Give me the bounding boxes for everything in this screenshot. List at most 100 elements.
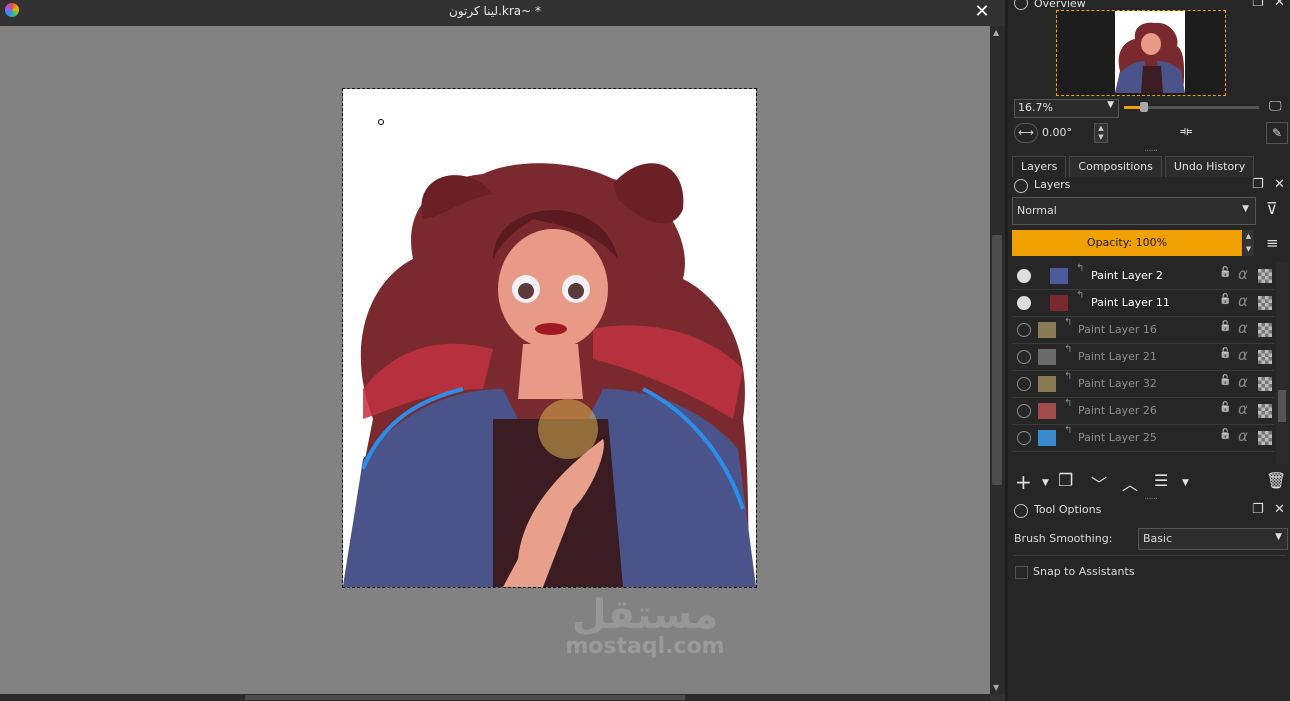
canvas-vertical-scroll-thumb[interactable] <box>992 235 1002 485</box>
layer-row[interactable]: ↰ Paint Layer 25 🔓 α <box>1012 425 1274 452</box>
tool-options-close-icon[interactable]: ✕ <box>1274 502 1285 517</box>
tab-undo-history[interactable]: Undo History <box>1164 156 1255 177</box>
layer-lock-icon[interactable]: 🔓 <box>1219 321 1231 332</box>
scroll-down-arrow-icon[interactable]: ▼ <box>993 683 999 692</box>
inherit-alpha-icon[interactable] <box>1258 377 1272 391</box>
zoom-combobox[interactable]: 16.7% ▼ <box>1014 99 1119 118</box>
tool-options-lock-icon[interactable] <box>1014 504 1028 518</box>
layers-float-icon[interactable]: ❐ <box>1252 177 1264 192</box>
inherit-alpha-icon[interactable] <box>1258 431 1272 445</box>
inherit-alpha-link-icon: ↰ <box>1064 425 1073 436</box>
alpha-lock-icon[interactable]: α <box>1238 319 1248 337</box>
right-pupil <box>568 283 584 299</box>
layer-row[interactable]: ↰ Paint Layer 26 🔓 α <box>1012 398 1274 425</box>
canvas-horizontal-scroll-thumb[interactable] <box>245 695 685 700</box>
inherit-alpha-icon[interactable] <box>1258 404 1272 418</box>
mirror-view-icon[interactable]: ⟚ <box>1180 124 1192 139</box>
inherit-alpha-icon[interactable] <box>1258 350 1272 364</box>
layer-properties-icon[interactable]: ☰ <box>1154 471 1168 490</box>
layer-thumbnail <box>1038 349 1056 365</box>
hamburger-menu-icon[interactable]: ≡ <box>1266 234 1279 252</box>
visibility-eye-icon[interactable] <box>1017 323 1031 337</box>
layer-name[interactable]: Paint Layer 11 <box>1091 296 1170 309</box>
inherit-alpha-icon[interactable] <box>1258 296 1272 310</box>
layer-name[interactable]: Paint Layer 26 <box>1078 404 1157 417</box>
opacity-spinner[interactable]: ▲ ▼ <box>1243 230 1254 256</box>
visibility-eye-icon[interactable] <box>1017 350 1031 364</box>
chevron-down-icon: ▼ <box>1107 100 1114 110</box>
layer-thumbnail <box>1038 322 1056 338</box>
overview-float-icon[interactable]: ❐ <box>1252 0 1264 10</box>
layer-lock-icon[interactable]: 🔓 <box>1219 429 1231 440</box>
rotate-icon[interactable]: ⟷ <box>1014 123 1038 143</box>
brush-smoothing-select[interactable]: Basic ▼ <box>1138 528 1288 550</box>
layers-lock-icon[interactable] <box>1014 179 1028 193</box>
layer-name[interactable]: Paint Layer 25 <box>1078 431 1157 444</box>
divider <box>1014 555 1286 556</box>
neck <box>518 344 583 399</box>
add-layer-dropdown-icon[interactable]: ▼ <box>1042 478 1049 488</box>
filter-icon[interactable]: ⊽ <box>1266 199 1278 218</box>
tab-layers[interactable]: Layers <box>1012 156 1067 177</box>
layers-scrollbar[interactable] <box>1276 262 1288 464</box>
alpha-lock-icon[interactable]: α <box>1238 346 1248 364</box>
layer-thumbnail <box>1038 403 1056 419</box>
inherit-alpha-link-icon: ↰ <box>1064 344 1073 355</box>
inherit-alpha-icon[interactable] <box>1258 269 1272 283</box>
duplicate-layer-icon[interactable]: ❐ <box>1058 471 1073 491</box>
layer-name[interactable]: Paint Layer 2 <box>1091 269 1163 282</box>
layer-lock-icon[interactable]: 🔓 <box>1219 294 1231 305</box>
layer-lock-icon[interactable]: 🔓 <box>1219 267 1231 278</box>
layers-scroll-thumb[interactable] <box>1278 390 1286 422</box>
visibility-eye-icon[interactable] <box>1017 269 1031 283</box>
zoom-slider-handle[interactable] <box>1140 102 1149 112</box>
move-layer-up-icon[interactable]: ︿ <box>1122 471 1138 495</box>
blend-mode-value: Normal <box>1017 204 1057 217</box>
layers-close-icon[interactable]: ✕ <box>1274 177 1285 192</box>
layer-row[interactable]: ↰ Paint Layer 32 🔓 α <box>1012 371 1274 398</box>
layer-lock-icon[interactable]: 🔓 <box>1219 348 1231 359</box>
layer-row[interactable]: ↰ Paint Layer 21 🔓 α <box>1012 344 1274 371</box>
visibility-eye-icon[interactable] <box>1017 431 1031 445</box>
overview-thumbnail[interactable] <box>1115 11 1185 94</box>
close-document-icon[interactable]: ✕ <box>972 1 992 23</box>
zoom-slider-fill <box>1124 106 1141 109</box>
layer-name[interactable]: Paint Layer 16 <box>1078 323 1157 336</box>
tab-compositions[interactable]: Compositions <box>1069 156 1162 177</box>
overview-close-icon[interactable]: ✕ <box>1274 0 1285 10</box>
layer-lock-icon[interactable]: 🔓 <box>1219 402 1231 413</box>
layer-row[interactable]: ↰ Paint Layer 2 🔓 α <box>1012 263 1274 290</box>
visibility-eye-icon[interactable] <box>1017 404 1031 418</box>
tool-options-float-icon[interactable]: ❐ <box>1252 502 1264 517</box>
add-layer-icon[interactable]: + <box>1015 470 1032 494</box>
alpha-lock-icon[interactable]: α <box>1238 427 1248 445</box>
scroll-up-arrow-icon[interactable]: ▲ <box>993 28 999 37</box>
inherit-alpha-icon[interactable] <box>1258 323 1272 337</box>
layer-lock-icon[interactable]: 🔓 <box>1219 375 1231 386</box>
document-canvas[interactable] <box>342 88 757 588</box>
snap-to-assistants-checkbox[interactable] <box>1015 566 1028 579</box>
pin-icon[interactable]: ✎ <box>1266 122 1288 144</box>
zoom-value: 16.7% <box>1018 101 1053 114</box>
docker-tabs: Layers Compositions Undo History <box>1012 156 1255 177</box>
delete-layer-icon[interactable]: 🗑 <box>1266 471 1286 490</box>
layer-row[interactable]: ↰ Paint Layer 16 🔓 α <box>1012 317 1274 344</box>
fit-to-screen-icon[interactable]: 🖵 <box>1269 99 1282 114</box>
visibility-eye-icon[interactable] <box>1017 377 1031 391</box>
overview-title: Overview <box>1034 0 1086 10</box>
layer-name[interactable]: Paint Layer 32 <box>1078 377 1157 390</box>
alpha-lock-icon[interactable]: α <box>1238 265 1248 283</box>
layer-name[interactable]: Paint Layer 21 <box>1078 350 1157 363</box>
alpha-lock-icon[interactable]: α <box>1238 400 1248 418</box>
layer-properties-dropdown-icon[interactable]: ▼ <box>1182 478 1189 488</box>
alpha-lock-icon[interactable]: α <box>1238 292 1248 310</box>
visibility-eye-icon[interactable] <box>1017 296 1031 310</box>
brush-smoothing-value: Basic <box>1143 532 1173 545</box>
opacity-slider[interactable]: Opacity: 100% <box>1012 230 1242 256</box>
layer-row[interactable]: ↰ Paint Layer 11 🔓 α <box>1012 290 1274 317</box>
splitter-handle-2[interactable]: ······ <box>1144 494 1158 505</box>
move-layer-down-icon[interactable]: ﹀ <box>1091 471 1107 495</box>
blend-mode-select[interactable]: Normal ▼ <box>1012 197 1256 225</box>
rotation-spinner[interactable]: ▲ ▼ <box>1094 123 1108 143</box>
alpha-lock-icon[interactable]: α <box>1238 373 1248 391</box>
